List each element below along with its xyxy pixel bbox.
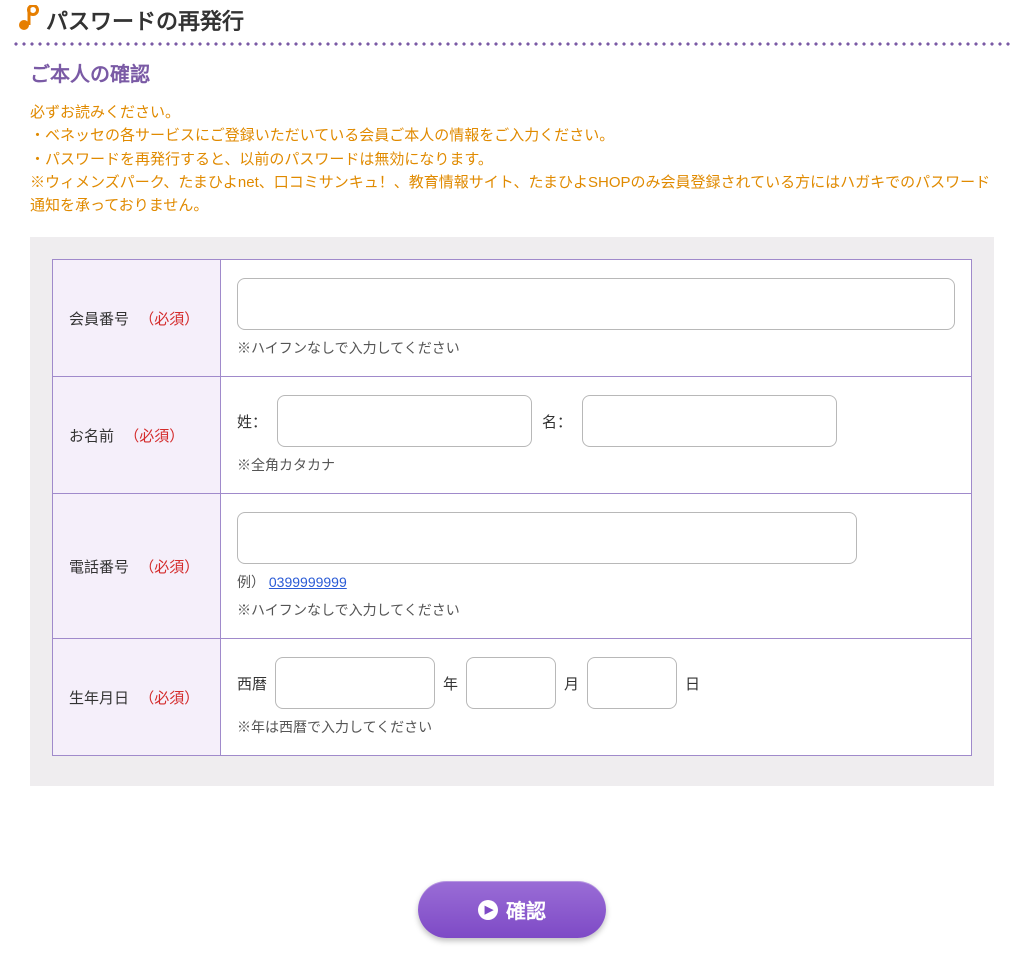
month-suffix: 月: [564, 673, 579, 694]
surname-input[interactable]: [277, 395, 532, 447]
form-table: 会員番号 （必須） ※ハイフンなしで入力してください お名前 （必須） 姓： 名…: [52, 259, 972, 756]
year-suffix: 年: [443, 673, 458, 694]
row-phone: 電話番号 （必須） 例） 0399999999 ※ハイフンなしで入力してください: [53, 494, 972, 639]
month-input[interactable]: [466, 657, 556, 709]
label-dob: 生年月日 （必須）: [53, 639, 221, 756]
name-hint: ※全角カタカナ: [237, 455, 955, 475]
sei-label: 姓：: [237, 411, 267, 432]
label-phone: 電話番号 （必須）: [53, 494, 221, 639]
row-name: お名前 （必須） 姓： 名： ※全角カタカナ: [53, 377, 972, 494]
notice-line: ・パスワードを再発行すると、以前のパスワードは無効になります。: [30, 148, 994, 171]
phone-input[interactable]: [237, 512, 857, 564]
confirm-button[interactable]: ▶ 確認: [418, 881, 606, 938]
notice-block: 必ずお読みください。 ・ベネッセの各サービスにご登録いただいている会員ご本人の情…: [0, 101, 1024, 237]
required-marker: （必須）: [124, 428, 184, 445]
row-dob: 生年月日 （必須） 西暦 年 月 日 ※年は西暦で入力してください: [53, 639, 972, 756]
required-marker: （必須）: [139, 559, 199, 576]
label-member-number: 会員番号 （必須）: [53, 260, 221, 377]
play-circle-icon: ▶: [478, 900, 498, 920]
page-title: パスワードの再発行: [46, 4, 244, 36]
dob-hint: ※年は西暦で入力してください: [237, 717, 955, 737]
phone-example-link[interactable]: 0399999999: [269, 574, 347, 590]
member-number-hint: ※ハイフンなしで入力してください: [237, 338, 955, 358]
notice-line: ・ベネッセの各サービスにご登録いただいている会員ご本人の情報をご入力ください。: [30, 124, 994, 147]
phone-hint: ※ハイフンなしで入力してください: [237, 600, 955, 620]
day-input[interactable]: [587, 657, 677, 709]
page-title-bar: パスワードの再発行: [0, 0, 1024, 42]
submit-area: ▶ 確認: [0, 786, 1024, 963]
music-note-icon: [18, 5, 40, 35]
given-name-input[interactable]: [582, 395, 837, 447]
mei-label: 名：: [542, 411, 572, 432]
day-suffix: 日: [685, 673, 700, 694]
section-title: ご本人の確認: [0, 56, 1024, 101]
notice-line: ※ウィメンズパーク、たまひよnet、口コミサンキュ！、教育情報サイト、たまひよS…: [30, 171, 994, 218]
label-name: お名前 （必須）: [53, 377, 221, 494]
required-marker: （必須）: [139, 311, 199, 328]
year-input[interactable]: [275, 657, 435, 709]
phone-example: 例） 0399999999: [237, 572, 955, 592]
required-marker: （必須）: [139, 690, 199, 707]
era-label: 西暦: [237, 673, 267, 694]
row-member-number: 会員番号 （必須） ※ハイフンなしで入力してください: [53, 260, 972, 377]
dotted-divider: [12, 42, 1012, 46]
form-panel: 会員番号 （必須） ※ハイフンなしで入力してください お名前 （必須） 姓： 名…: [30, 237, 994, 786]
member-number-input[interactable]: [237, 278, 955, 330]
notice-line: 必ずお読みください。: [30, 101, 994, 124]
